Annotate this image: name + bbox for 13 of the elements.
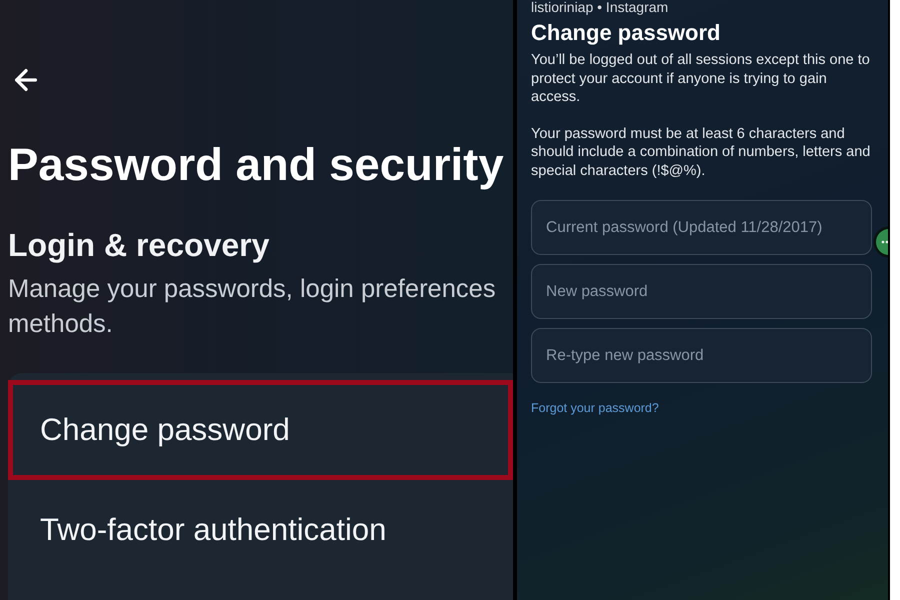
password-field[interactable]: Re-type new password — [531, 328, 872, 383]
settings-item[interactable]: Change password — [8, 380, 513, 480]
password-field[interactable]: New password — [531, 264, 872, 319]
page-title: Password and security — [8, 138, 505, 192]
forgot-password-link[interactable]: Forgot your password? — [531, 400, 659, 416]
account-line: listioriniap • Instagram — [531, 0, 668, 15]
dialog-title: Change password — [531, 20, 720, 46]
info-paragraph: Your password must be at least 6 characters and should include a combination of numbers, letters and special characters (!$@%). — [531, 124, 872, 180]
section-description: Manage your passwords, login preferences methods. — [8, 274, 497, 340]
password-field[interactable]: Current password (Updated 11/28/2017) — [531, 200, 872, 255]
section-heading: Login & recovery — [8, 226, 270, 264]
info-paragraph: You’ll be logged out of all sessions except this one to protect your account if anyone is trying to gain access. — [531, 51, 871, 106]
settings-item[interactable]: Two-factor authentication — [8, 480, 513, 580]
